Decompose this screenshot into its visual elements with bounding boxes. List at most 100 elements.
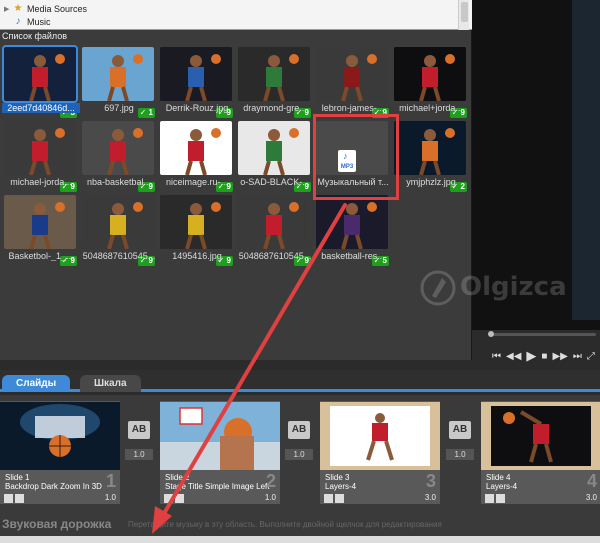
file-tile[interactable]: ✓ 9 draymond-gre... xyxy=(236,46,314,120)
file-name: basketball-res... xyxy=(321,251,385,261)
layers-icon[interactable] xyxy=(175,494,184,503)
tab-slides[interactable]: Слайды xyxy=(2,375,71,392)
file-name: michael+jorda... xyxy=(399,103,463,113)
file-thumbnail xyxy=(316,47,388,101)
preview-controls: ⏮ ◀◀ ▶ ■ ▶▶ ⏭ ⤢ xyxy=(472,330,600,368)
horizontal-scrollbar[interactable] xyxy=(0,536,600,543)
file-name: 1495416.jpg xyxy=(172,251,222,261)
file-grid: ✓ 52eed7d40846d... ✓ 1697.jpg ✓ 9Derrik-… xyxy=(0,45,472,306)
file-thumbnail xyxy=(4,121,76,175)
play-icon[interactable] xyxy=(485,494,494,503)
slide-thumbnail xyxy=(481,402,600,470)
slide-strip: Slide 1 Backdrop Dark Zoom In 3D 1 1.0 A… xyxy=(0,395,600,513)
transition-3[interactable]: AB 1.0 xyxy=(446,421,476,469)
file-name: 2eed7d40846d... xyxy=(2,103,80,113)
file-thumbnail xyxy=(82,47,154,101)
file-tile[interactable]: ✓ 9 1495416.jpg xyxy=(158,194,236,268)
file-name: Basketbol-_1_... xyxy=(8,251,74,261)
tree-item-label: Media Sources xyxy=(27,3,88,14)
file-name: Derrik-Rouz.jpg xyxy=(165,103,229,113)
file-name: ymjphzlz.jpg xyxy=(406,177,456,187)
file-name: michael-jorda... xyxy=(10,177,72,187)
file-list-title: Список файлов xyxy=(2,31,68,41)
mp3-file-icon: ♪ MP3 xyxy=(338,150,356,172)
file-thumbnail xyxy=(394,47,466,101)
play-icon[interactable] xyxy=(324,494,333,503)
skip-start-icon[interactable]: ⏮ xyxy=(492,351,501,362)
file-name: niceimage.ru-... xyxy=(165,177,229,187)
file-thumbnail xyxy=(238,47,310,101)
play-icon[interactable] xyxy=(4,494,13,503)
watermark-text: Olgizca xyxy=(460,272,567,302)
sound-track-hint: Перетащите музыку в эту область. Выполни… xyxy=(128,520,442,529)
tree-scrollbar[interactable] xyxy=(458,0,469,30)
file-thumbnail xyxy=(394,121,466,175)
file-tile[interactable]: ✓ 9 5048687610545... xyxy=(236,194,314,268)
layers-icon[interactable] xyxy=(496,494,505,503)
file-tile[interactable]: ✓ 1 697.jpg xyxy=(80,46,158,120)
forward-icon[interactable]: ▶▶ xyxy=(552,351,567,362)
transition-ab-icon: AB xyxy=(449,421,471,439)
tree-item-music[interactable]: ♪ Music xyxy=(4,15,51,28)
slide-thumbnail xyxy=(0,402,120,470)
file-tile[interactable]: ✓ 9 niceimage.ru-... xyxy=(158,120,236,194)
play-icon[interactable] xyxy=(164,494,173,503)
file-tile[interactable]: ✓ 9 o-SAD-BLACK-... xyxy=(236,120,314,194)
file-thumbnail xyxy=(238,195,310,249)
file-name: 5048687610545... xyxy=(238,251,312,261)
layers-icon[interactable] xyxy=(15,494,24,503)
fullscreen-icon[interactable]: ⤢ xyxy=(587,351,595,362)
file-thumbnail xyxy=(160,121,232,175)
file-thumbnail xyxy=(160,47,232,101)
slide-4[interactable]: Slide 4 Layers-4 4 3.0 xyxy=(481,401,600,509)
file-thumbnail xyxy=(82,121,154,175)
music-note-icon: ♪ xyxy=(15,16,21,27)
view-tabs: Слайды Шкала xyxy=(0,370,600,392)
seek-bar[interactable] xyxy=(490,333,596,336)
file-tile[interactable]: ✓ 9 michael+jorda... xyxy=(392,46,470,120)
slide-thumbnail xyxy=(160,402,280,470)
transition-1[interactable]: AB 1.0 xyxy=(125,421,155,469)
file-tile[interactable]: ✓ 9 5048687610545... xyxy=(80,194,158,268)
transition-2[interactable]: AB 1.0 xyxy=(285,421,315,469)
transition-ab-icon: AB xyxy=(128,421,150,439)
file-tile[interactable]: ✓ 9 nba-basketbal... xyxy=(80,120,158,194)
file-thumbnail xyxy=(160,195,232,249)
star-icon: ★ xyxy=(13,3,23,14)
file-name: draymond-gre... xyxy=(243,103,307,113)
sound-track-title: Звуковая дорожка xyxy=(2,517,112,531)
file-name: 697.jpg xyxy=(104,103,134,113)
watermark-logo-icon xyxy=(420,270,456,306)
file-tile[interactable]: ✓ 5 basketball-res... xyxy=(314,194,392,268)
file-tile[interactable]: ✓ 9 Basketbol-_1_... xyxy=(2,194,80,268)
file-thumbnail xyxy=(4,195,76,249)
layers-icon[interactable] xyxy=(335,494,344,503)
file-thumbnail xyxy=(2,45,78,103)
stop-icon[interactable]: ■ xyxy=(541,351,547,362)
file-name: lebron-james-... xyxy=(321,103,385,113)
file-tile[interactable]: ✓ 9 lebron-james-... xyxy=(314,46,392,120)
file-tile[interactable]: ✓ 2 ymjphzlz.jpg xyxy=(392,120,470,194)
file-tile[interactable]: ✓ 52eed7d40846d... xyxy=(2,45,80,120)
tab-timeline[interactable]: Шкала xyxy=(80,375,141,392)
file-thumbnail xyxy=(316,195,388,249)
file-thumbnail xyxy=(82,195,154,249)
skip-end-icon[interactable]: ⏭ xyxy=(573,351,582,362)
transition-ab-icon: AB xyxy=(288,421,310,439)
file-name: o-SAD-BLACK-... xyxy=(240,177,310,187)
highlight-annotation xyxy=(313,114,399,200)
play-icon[interactable]: ▶ xyxy=(526,348,536,364)
file-tile[interactable]: ✓ 9 Derrik-Rouz.jpg xyxy=(158,46,236,120)
tree-item-media-sources[interactable]: ▶ ★ Media Sources xyxy=(4,2,87,15)
slide-thumbnail xyxy=(320,402,440,470)
media-tree: ▶ ★ Media Sources ♪ Music xyxy=(0,0,472,30)
tree-item-label: Music xyxy=(27,16,51,27)
preview-image xyxy=(572,0,600,320)
expand-arrow-icon[interactable]: ▶ xyxy=(4,5,12,13)
file-list-panel: Список файлов ✓ 52eed7d40846d... ✓ 1697.… xyxy=(0,30,472,360)
file-tile[interactable]: ✓ 9 michael-jorda... xyxy=(2,120,80,194)
rewind-icon[interactable]: ◀◀ xyxy=(506,351,521,362)
file-name: nba-basketbal... xyxy=(86,177,152,187)
file-thumbnail xyxy=(238,121,310,175)
seek-handle[interactable] xyxy=(488,331,494,337)
